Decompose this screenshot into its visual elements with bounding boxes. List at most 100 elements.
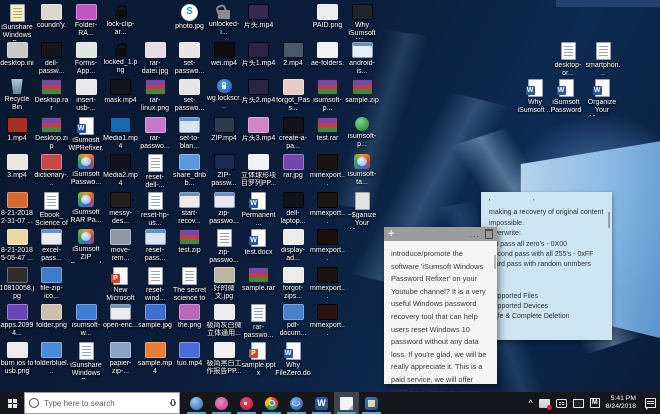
hidden-icons-chevron[interactable]: ^ [529, 398, 533, 408]
desktop-icon[interactable]: display-ad... [275, 229, 311, 263]
start-button[interactable] [0, 392, 24, 414]
desktop-icon[interactable]: mmexport... [310, 154, 346, 188]
desktop-icon[interactable]: wei.mp4 [206, 42, 242, 68]
desktop-icon[interactable]: The secret science to ... [172, 267, 208, 304]
desktop-icon[interactable]: excel-pass... [34, 229, 70, 263]
desktop-icon[interactable]: mask.mp4 [103, 79, 139, 105]
search-input[interactable]: Type here to search [24, 392, 180, 414]
trash-icon[interactable] [485, 229, 493, 239]
desktop-icon[interactable]: share_dribb... [172, 154, 208, 188]
desktop-icon[interactable]: unlocked-i... [206, 4, 242, 37]
desktop-icon[interactable]: Permanent... [241, 192, 277, 228]
taskbar-app-browser-globe-app[interactable] [284, 392, 309, 414]
recycle-bin-icon[interactable]: Recycle Bin [0, 79, 35, 112]
desktop-icon[interactable]: PAID.png [310, 4, 346, 30]
desktop-icon[interactable]: mmexport... [310, 267, 346, 301]
taskbar-clock[interactable]: 5:41 PM 8/24/2018 [606, 395, 636, 411]
desktop-icon[interactable]: mmexport... [310, 192, 346, 226]
desktop-icon[interactable]: Why iSumsoft W... [344, 4, 380, 39]
desktop-icon[interactable]: move-rem... [103, 229, 139, 263]
desktop-icon[interactable]: android-is... [344, 42, 380, 76]
sticky-note-titlebar[interactable]: + ... [384, 227, 497, 241]
desktop-icon[interactable]: apps.20994... [0, 304, 35, 338]
desktop-icon[interactable]: isumsoft-ta... [344, 154, 380, 187]
desktop-icon[interactable]: tuo.mp4 [172, 342, 208, 368]
desktop-icon[interactable]: iSumosft WPRefixer... [68, 117, 104, 154]
desktop-icon[interactable]: zip-passwo... [206, 229, 242, 265]
desktop-icon[interactable]: mmexport... [310, 304, 346, 338]
desktop-icon[interactable]: iSumsoft Passwo... [68, 154, 104, 187]
desktop-icon[interactable]: lock-clip-ar... [103, 4, 139, 37]
desktop-icon[interactable]: sample.mp4 [137, 342, 173, 376]
desktop-icon[interactable]: coundn'y. [34, 4, 70, 30]
desktop-icon[interactable]: wg.lockscr... [206, 79, 242, 111]
desktop-icon[interactable]: rar-datei.jpg [137, 42, 173, 76]
desktop-icon[interactable]: New Microsoft ... [103, 267, 139, 304]
desktop-icon[interactable]: iSunshare Windows P... [0, 4, 35, 41]
desktop-icon[interactable]: reset-wind... [137, 267, 173, 303]
desktop-icon[interactable]: iSumsoft ZIP Password ... [68, 229, 104, 263]
desktop-icon[interactable]: forgot-zips... [275, 267, 311, 301]
m-app-tray-icon[interactable]: M [590, 398, 600, 408]
desktop-icon[interactable]: sample.pptx [241, 342, 277, 378]
desktop-icon[interactable]: folder.png [34, 304, 70, 330]
taskbar-app-photos-pink-app[interactable] [209, 392, 234, 414]
desktop-icon[interactable]: locked_1.png [103, 42, 139, 75]
desktop-icon[interactable]: 极简黑白工作报告PP... [206, 342, 242, 376]
desktop-icon[interactable]: set-passwo... [172, 42, 208, 76]
taskbar-app-chrome[interactable] [259, 392, 284, 414]
desktop-icon[interactable]: test.rar [310, 117, 346, 143]
desktop-icon[interactable]: Organize Your Messy... [584, 79, 620, 116]
desktop-icon[interactable]: reset-hp-us... [137, 192, 173, 228]
desktop-icon[interactable]: 8-21-2018 5-05-47 ... [0, 229, 35, 263]
desktop-icon[interactable]: ZIP-passw... [206, 154, 242, 188]
desktop-icon[interactable]: Forms-App... [68, 42, 104, 76]
desktop-icon[interactable]: papier-zip-... [103, 342, 139, 376]
desktop-icon[interactable]: Why FileZero.docx [275, 342, 311, 379]
sticky-note-text[interactable]: introduce/promote the software 'iSumsoft… [384, 241, 497, 414]
scrollbar[interactable] [494, 255, 496, 269]
desktop-icon[interactable]: the.png [172, 304, 208, 330]
desktop-icon[interactable]: desktop.ini [0, 42, 35, 68]
desktop-icon[interactable]: desktop-or... [550, 42, 586, 78]
desktop-icon[interactable]: dictionary-... [34, 154, 70, 188]
desktop-icon[interactable]: folderbluel... [34, 342, 70, 376]
desktop-icon[interactable]: sample.jpg [137, 304, 173, 330]
sticky-note-blue[interactable]: ' 'making a recovery of original content… [481, 192, 612, 340]
desktop-icon[interactable]: rar.jpg [275, 154, 311, 180]
microphone-icon[interactable] [170, 399, 175, 408]
desktop-icon[interactable]: set-passwo... [172, 79, 208, 113]
desktop-icon[interactable]: isumsoft-w... [68, 304, 104, 338]
device-tray-icon[interactable] [539, 399, 550, 408]
desktop-icon[interactable]: 片头3.mp4 [241, 117, 277, 143]
desktop-icon[interactable]: insert-usb-... [68, 79, 104, 113]
desktop-icon[interactable]: iSunshare Windows P... [68, 342, 104, 379]
desktop-icon[interactable]: burn ios to usb.png [0, 342, 35, 376]
desktop-icon[interactable]: open-enc... [103, 304, 139, 330]
desktop-icon[interactable]: mmexport... [310, 229, 346, 263]
desktop-icon[interactable]: smartphon... [585, 42, 621, 78]
desktop-icon[interactable]: zip-passwo... [206, 192, 242, 226]
desktop-icon[interactable]: ~$ganize Your Messy... [344, 192, 380, 229]
taskbar-app-edge-browser[interactable] [184, 392, 209, 414]
desktop-icon[interactable]: 片头1.mp4 [241, 42, 277, 68]
taskbar-app-photos-app[interactable] [359, 392, 384, 414]
desktop-icon[interactable]: 极简灰白微立体通用... [206, 304, 242, 338]
desktop-icon[interactable]: pdf-docum... [275, 304, 311, 338]
desktop-icon[interactable]: isumsoft-p... [344, 117, 380, 149]
sticky-note-white[interactable]: + ... introduce/promote the software 'iS… [384, 227, 497, 384]
desktop-icon[interactable]: iSumsoft Password ... [548, 79, 584, 116]
scrollbar[interactable] [608, 212, 610, 228]
taskbar-app-media-red-app[interactable] [234, 392, 259, 414]
desktop-icon[interactable]: reset-pass... [137, 229, 173, 263]
desktop-icon[interactable]: create-a-pa... [275, 117, 311, 151]
taskbar-app-sticky-notes[interactable] [334, 392, 359, 414]
desktop-icon[interactable]: isumsoft-p... [310, 79, 346, 113]
desktop-icon[interactable]: ae-folders. [310, 42, 346, 68]
desktop-icon[interactable]: 好的微文.jpg [206, 267, 242, 301]
desktop-icon[interactable]: rar-linux.png [137, 79, 173, 113]
desktop-icon[interactable]: Media2.mp4 [103, 154, 139, 188]
desktop-icon[interactable]: messy-des... [103, 192, 139, 226]
desktop-icon[interactable]: forgot_Pass... [275, 79, 311, 113]
desktop-icon[interactable]: Ebook_ Science of ... [34, 192, 70, 229]
